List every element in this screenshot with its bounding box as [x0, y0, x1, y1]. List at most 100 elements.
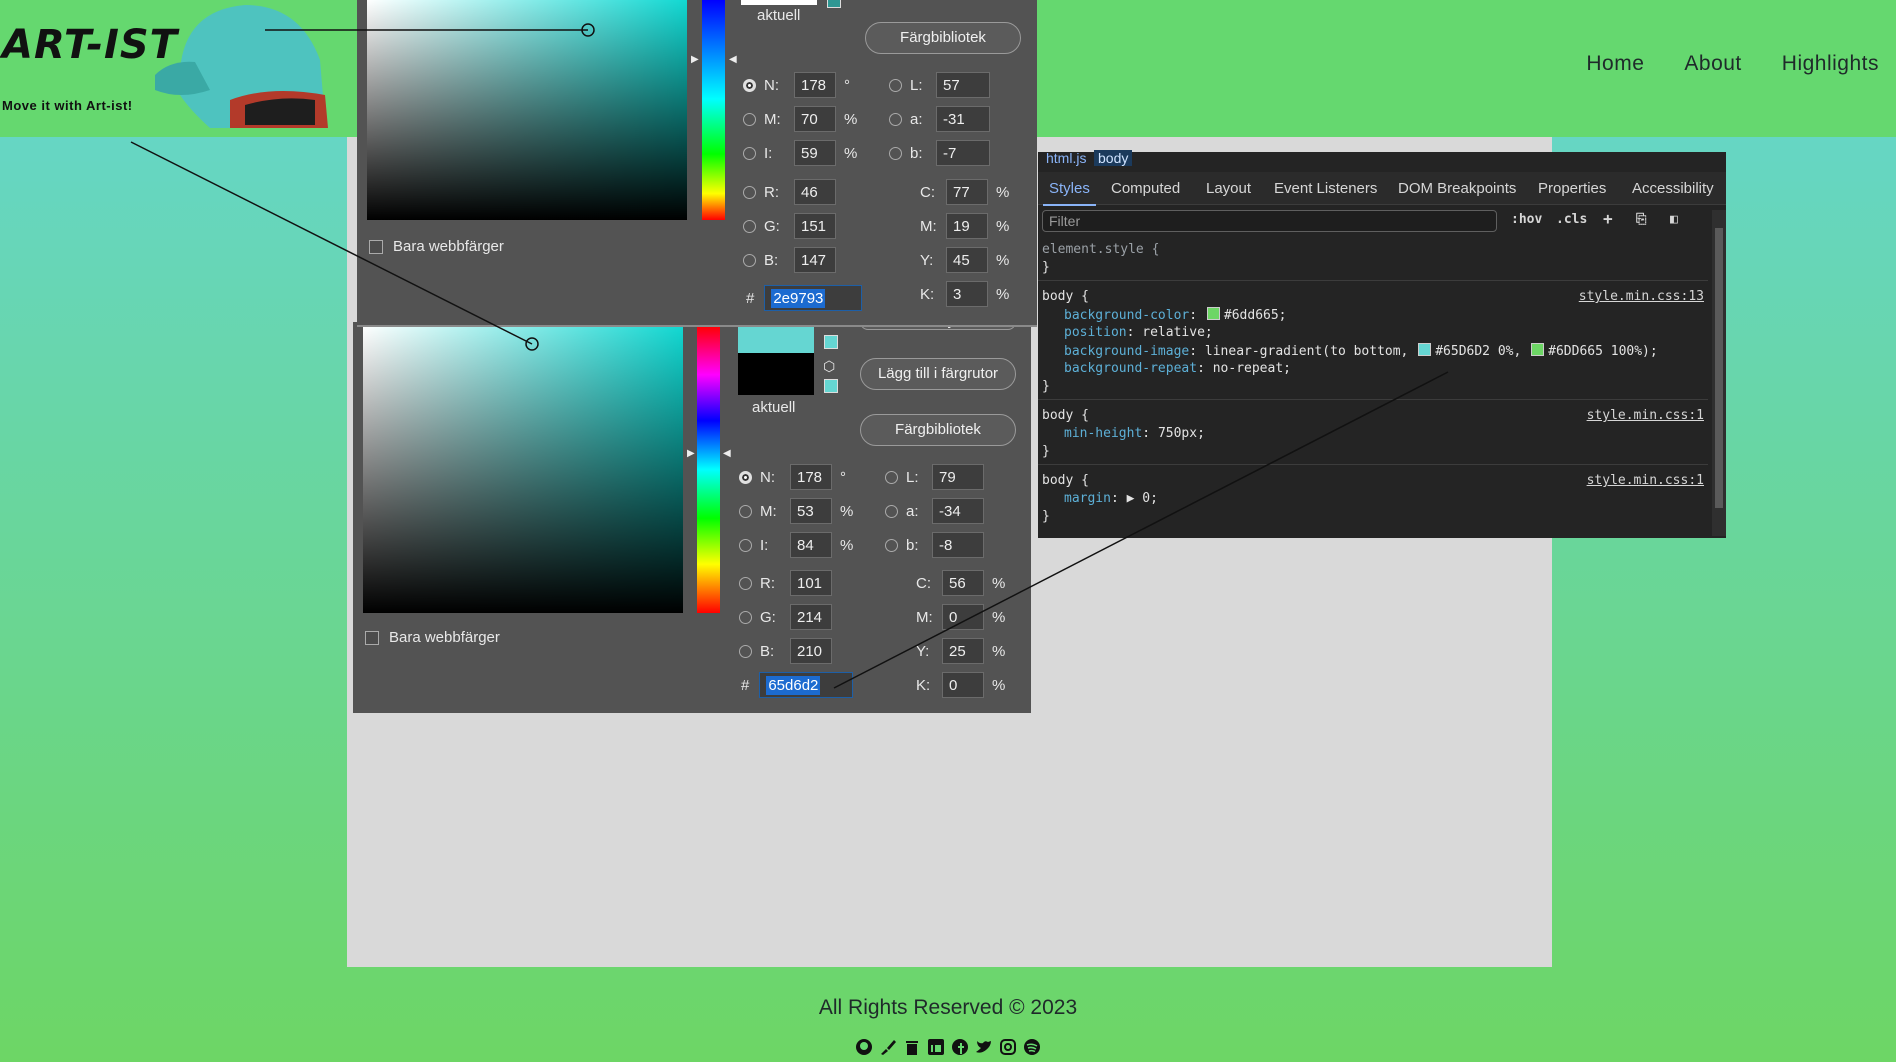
brightness-input[interactable]: 59	[794, 140, 836, 166]
color-swatch[interactable]	[1206, 307, 1220, 320]
hue-slider-right-arrow[interactable]: ◀	[729, 54, 737, 65]
trash-icon[interactable]	[903, 1038, 921, 1056]
rule-source-link[interactable]: style.min.css:1	[1587, 408, 1704, 423]
rule-body-selector[interactable]: body {	[1042, 408, 1089, 423]
blue-input[interactable]: 210	[790, 638, 832, 664]
cyan-input[interactable]: 56	[942, 570, 984, 596]
hex-input[interactable]: 65d6d2	[759, 672, 854, 698]
red-radio[interactable]	[739, 576, 752, 590]
hex-input[interactable]: 2e9793	[764, 285, 863, 311]
add-to-swatches-button[interactable]: Lägg till i färgrutor	[860, 358, 1016, 390]
new-rule-icon[interactable]: +	[1603, 209, 1613, 228]
color-library-button[interactable]: Färgbibliotek	[860, 414, 1016, 446]
lab-a-radio[interactable]	[885, 504, 898, 518]
linkedin-icon[interactable]	[927, 1038, 945, 1056]
red-radio[interactable]	[743, 185, 756, 199]
hue-slider[interactable]	[697, 326, 720, 613]
lab-b-radio[interactable]	[889, 146, 902, 160]
saturation-input[interactable]: 53	[790, 498, 832, 524]
lab-l-input[interactable]: 57	[936, 72, 990, 98]
sidebar-toggle-icon[interactable]: ◧	[1670, 212, 1678, 227]
brightness-radio[interactable]	[739, 538, 752, 552]
red-input[interactable]: 46	[794, 179, 836, 205]
web-color-swatch[interactable]	[827, 0, 841, 8]
hue-slider-left-arrow[interactable]: ▶	[691, 54, 699, 65]
hover-state-toggle[interactable]: :hov	[1511, 212, 1542, 227]
lab-b-input[interactable]: -8	[932, 532, 984, 558]
saturation-radio[interactable]	[743, 112, 756, 126]
old-color-swatch[interactable]	[738, 353, 814, 395]
decl-margin[interactable]: margin: ▶ 0;	[1064, 491, 1158, 506]
saturation-value-field[interactable]	[367, 0, 687, 220]
green-radio[interactable]	[743, 219, 756, 233]
color-library-button[interactable]: Färgbibliotek	[865, 22, 1021, 54]
lab-a-radio[interactable]	[889, 112, 902, 126]
rule-source-link[interactable]: style.min.css:13	[1579, 289, 1704, 304]
tab-properties[interactable]: Properties	[1538, 180, 1606, 197]
color-swatch[interactable]	[1418, 343, 1432, 356]
instagram-icon[interactable]	[999, 1038, 1017, 1056]
green-input[interactable]: 214	[790, 604, 832, 630]
hue-radio[interactable]	[743, 78, 756, 92]
yellow-input[interactable]: 25	[942, 638, 984, 664]
spotify-icon[interactable]	[1023, 1038, 1041, 1056]
tab-styles[interactable]: Styles	[1043, 180, 1096, 206]
tab-layout[interactable]: Layout	[1206, 180, 1251, 197]
nav-highlights[interactable]: Highlights	[1782, 52, 1879, 76]
styles-scrollbar[interactable]	[1712, 210, 1726, 536]
blue-radio[interactable]	[743, 253, 756, 267]
hue-slider[interactable]	[702, 0, 725, 220]
lab-l-input[interactable]: 79	[932, 464, 984, 490]
breadcrumb-body[interactable]: body	[1094, 150, 1133, 166]
tab-dom-breakpoints[interactable]: DOM Breakpoints	[1398, 180, 1516, 197]
red-input[interactable]: 101	[790, 570, 832, 596]
lab-b-radio[interactable]	[885, 538, 898, 552]
tab-computed[interactable]: Computed	[1111, 180, 1180, 197]
nav-about[interactable]: About	[1684, 52, 1741, 76]
saturation-value-field[interactable]	[363, 326, 683, 613]
brush-icon[interactable]	[879, 1038, 897, 1056]
rule-element-style[interactable]: element.style {	[1042, 242, 1159, 257]
lab-a-input[interactable]: -34	[932, 498, 984, 524]
hue-slider-left-arrow[interactable]: ▶	[687, 448, 695, 459]
hue-radio[interactable]	[739, 470, 752, 484]
brightness-input[interactable]: 84	[790, 532, 832, 558]
rule-body-selector[interactable]: body {	[1042, 289, 1089, 304]
lab-l-radio[interactable]	[889, 78, 902, 92]
cyan-input[interactable]: 77	[946, 179, 988, 205]
color-swatch[interactable]	[1531, 343, 1545, 356]
tab-accessibility[interactable]: Accessibility	[1632, 180, 1714, 197]
styles-filter-input[interactable]: Filter	[1042, 210, 1497, 232]
class-toggle[interactable]: .cls	[1556, 212, 1587, 227]
gamut-warning-swatch[interactable]	[824, 335, 838, 349]
green-input[interactable]: 151	[794, 213, 836, 239]
hue-input[interactable]: 178	[794, 72, 836, 98]
saturation-radio[interactable]	[739, 504, 752, 518]
nav-home[interactable]: Home	[1586, 52, 1644, 76]
lab-l-radio[interactable]	[885, 470, 898, 484]
facebook-icon[interactable]	[951, 1038, 969, 1056]
hue-slider-right-arrow[interactable]: ◀	[723, 448, 731, 459]
blue-radio[interactable]	[739, 644, 752, 658]
black-input[interactable]: 3	[946, 281, 988, 307]
decl-position[interactable]: position: relative;	[1064, 325, 1213, 340]
github-icon[interactable]	[855, 1038, 873, 1056]
twitter-icon[interactable]	[975, 1038, 993, 1056]
lab-b-input[interactable]: -7	[936, 140, 990, 166]
cube-icon[interactable]: ⬡	[823, 358, 835, 375]
saturation-input[interactable]: 70	[794, 106, 836, 132]
yellow-input[interactable]: 45	[946, 247, 988, 273]
decl-background-repeat[interactable]: background-repeat: no-repeat;	[1064, 361, 1291, 376]
lab-a-input[interactable]: -31	[936, 106, 990, 132]
magenta-input[interactable]: 19	[946, 213, 988, 239]
web-colors-only-checkbox[interactable]	[369, 239, 383, 254]
decl-background-image[interactable]: background-image: linear-gradient(to bot…	[1064, 343, 1658, 359]
rule-source-link[interactable]: style.min.css:1	[1587, 473, 1704, 488]
magenta-input[interactable]: 0	[942, 604, 984, 630]
tab-event-listeners[interactable]: Event Listeners	[1274, 180, 1377, 197]
green-radio[interactable]	[739, 610, 752, 624]
breadcrumb-html[interactable]: html.js	[1046, 150, 1086, 166]
brightness-radio[interactable]	[743, 146, 756, 160]
web-colors-only-checkbox[interactable]	[365, 630, 379, 645]
rule-body-selector[interactable]: body {	[1042, 473, 1089, 488]
